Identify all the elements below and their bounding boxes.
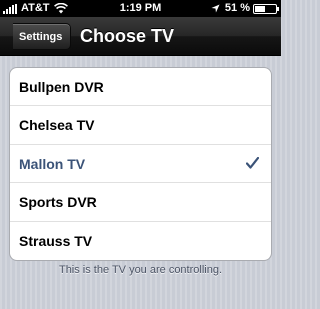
battery-icon bbox=[253, 3, 279, 14]
tv-row-mallon-tv[interactable]: Mallon TV bbox=[10, 145, 271, 184]
tv-list: Bullpen DVR Chelsea TV Mallon TV Sports … bbox=[9, 67, 272, 261]
tv-name: Sports DVR bbox=[19, 194, 97, 211]
location-arrow-icon bbox=[211, 4, 220, 13]
tv-row-strauss-tv[interactable]: Strauss TV bbox=[10, 222, 271, 260]
settings-back-button[interactable]: Settings bbox=[13, 23, 72, 50]
checkmark-icon bbox=[246, 156, 259, 169]
footer-note: This is the TV you are controlling. bbox=[58, 264, 223, 276]
battery-percent: 51 % bbox=[224, 2, 250, 14]
back-button-label: Settings bbox=[19, 31, 63, 43]
tv-name: Bullpen DVR bbox=[19, 79, 104, 95]
tv-name: Strauss TV bbox=[19, 232, 93, 249]
page-title: Choose TV bbox=[80, 26, 175, 46]
tv-name: Chelsea TV bbox=[19, 117, 95, 134]
battery-tip bbox=[277, 6, 279, 11]
tv-name: Mallon TV bbox=[19, 155, 86, 172]
navigation-bar: Settings Choose TV bbox=[0, 17, 281, 56]
tv-row-sports-dvr[interactable]: Sports DVR bbox=[10, 183, 271, 222]
tv-row-chelsea-tv[interactable]: Chelsea TV bbox=[10, 106, 271, 145]
tv-row-bullpen-dvr[interactable]: Bullpen DVR bbox=[10, 68, 271, 107]
battery-fill bbox=[255, 5, 265, 12]
status-right: 51 % bbox=[211, 0, 279, 17]
status-bar: AT&T 1:19 PM 51 % bbox=[0, 0, 281, 17]
